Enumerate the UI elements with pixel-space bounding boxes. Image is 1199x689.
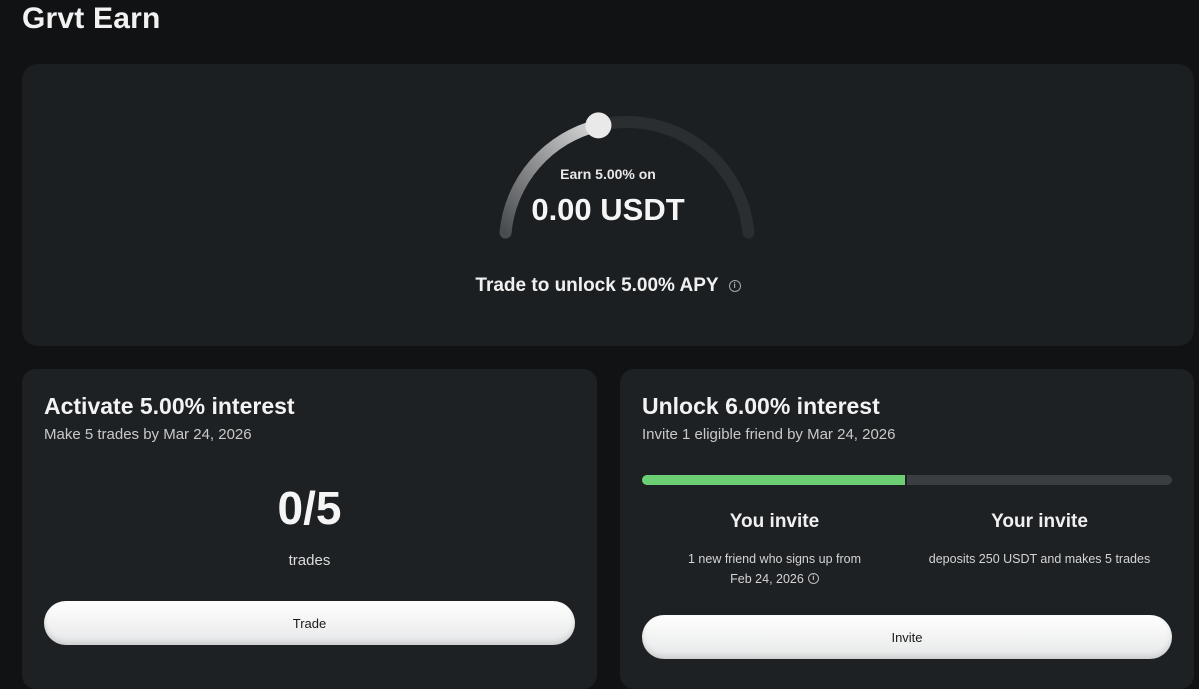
- unlock-apy-text: Trade to unlock 5.00% APY: [475, 275, 719, 296]
- unlock-subtitle: Invite 1 eligible friend by Mar 24, 2026: [642, 426, 896, 443]
- earn-summary-card: Earn 5.00% on 0.00 USDT Trade to unlock …: [22, 64, 1194, 346]
- invite-progress-fill: [642, 475, 907, 485]
- gauge-knob: [585, 112, 612, 139]
- gauge-label: Earn 5.00% on: [560, 166, 656, 182]
- unlock-interest-card: Unlock 6.00% interest Invite 1 eligible …: [620, 369, 1194, 689]
- step-description: 1 new friend who signs up from Feb 24, 2…: [642, 549, 907, 589]
- unlock-apy-row: Trade to unlock 5.00% APY i: [22, 275, 1194, 297]
- activate-interest-card: Activate 5.00% interest Make 5 trades by…: [22, 369, 597, 689]
- step-desc-line: 1 new friend who signs up from: [687, 552, 861, 566]
- step-desc-date: Feb 24, 2026: [730, 572, 804, 586]
- earned-amount: 0.00 USDT: [531, 192, 685, 227]
- trade-count-unit: trades: [288, 552, 331, 569]
- step-you-invite: You invite 1 new friend who signs up fro…: [642, 511, 907, 589]
- step-your-invite: Your invite deposits 250 USDT and makes …: [907, 511, 1172, 569]
- unlock-title: Unlock 6.00% interest: [642, 393, 880, 419]
- step-title: Your invite: [991, 511, 1088, 532]
- trade-count: 0/5: [277, 482, 342, 534]
- step-title: You invite: [729, 511, 820, 532]
- step-description: deposits 250 USDT and makes 5 trades: [907, 549, 1172, 569]
- activate-title: Activate 5.00% interest: [44, 393, 295, 419]
- page-title: Grvt Earn: [22, 2, 161, 35]
- invite-button[interactable]: Invite: [642, 615, 1172, 659]
- info-icon[interactable]: i: [807, 573, 819, 585]
- info-icon[interactable]: i: [728, 280, 741, 292]
- invite-progress-bar: [642, 475, 1172, 485]
- step-desc-line: deposits 250 USDT and makes 5 trades: [928, 552, 1151, 566]
- activate-subtitle: Make 5 trades by Mar 24, 2026: [44, 426, 252, 443]
- trade-button[interactable]: Trade: [44, 601, 575, 645]
- apy-gauge: [499, 112, 755, 239]
